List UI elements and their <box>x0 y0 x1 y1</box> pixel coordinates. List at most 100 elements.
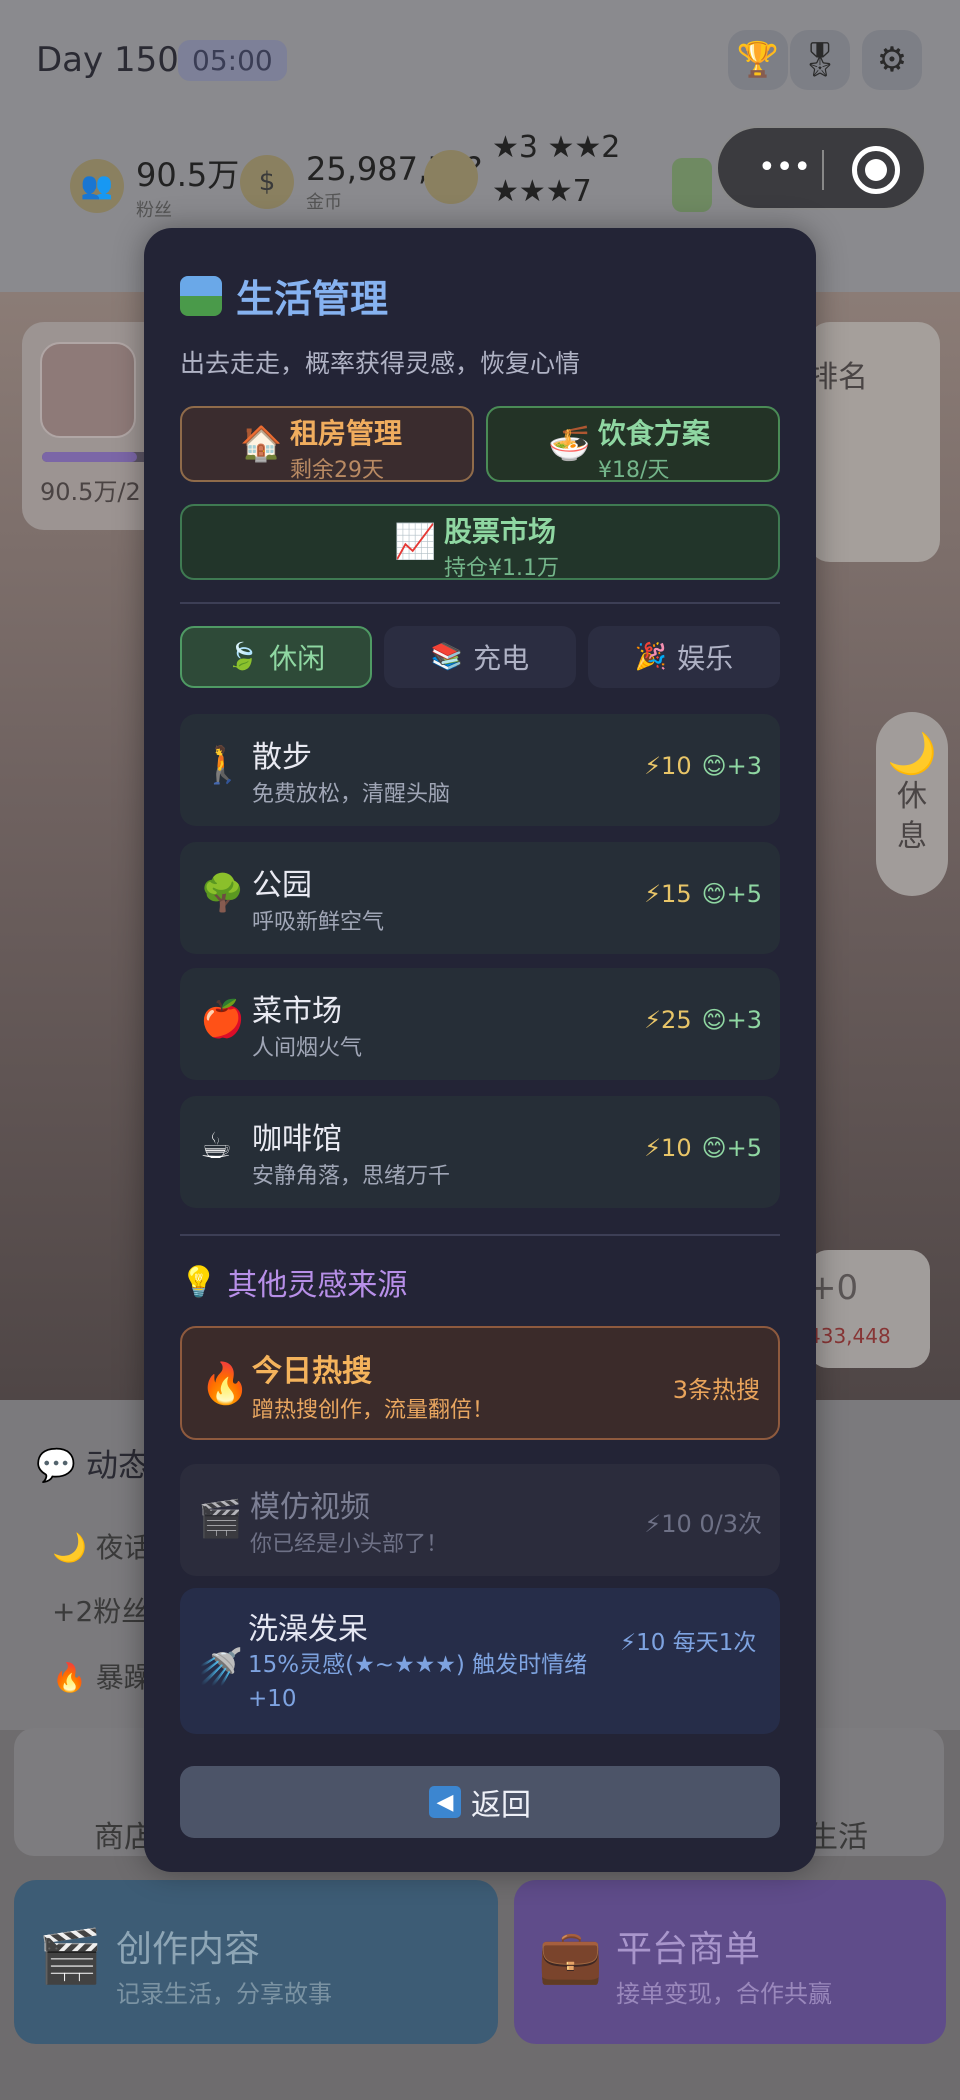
hot-search-card[interactable]: 🔥 今日热搜 蹭热搜创作，流量翻倍！ 3条热搜 <box>180 1326 780 1440</box>
business-orders-button[interactable]: 💼 平台商单 接单变现，合作共赢 <box>514 1880 946 2044</box>
house-icon: 🏠 <box>240 424 283 464</box>
food-title: 饮食方案 <box>598 417 711 450</box>
activity-name: 散步 <box>252 740 312 775</box>
feed-title-text: 动态 <box>86 1446 151 1484</box>
close-target-icon[interactable] <box>852 146 900 194</box>
activity-desc: 安静角落，思绪万千 <box>252 1164 451 1189</box>
tab-leisure[interactable]: 🍃 休闲 <box>180 626 372 688</box>
medal-icon[interactable]: 🎖 <box>790 30 850 90</box>
back-arrow-icon: ◀ <box>429 1786 461 1818</box>
imitate-title: 模仿视频 <box>250 1490 370 1525</box>
energy-cost: ⚡25 <box>644 1006 692 1034</box>
shower-icon: 🚿 <box>198 1647 243 1688</box>
bulb-icon <box>424 150 478 204</box>
rank-text: 排名 <box>808 360 868 395</box>
landscape-icon <box>180 275 222 316</box>
bulb-icon: 💡 <box>180 1264 218 1300</box>
life-management-modal: 生活管理 出去走走，概率获得灵感，恢复心情 🏠 租房管理 剩余29天 🍜 饮食方… <box>144 228 816 1872</box>
stock-title: 股票市场 <box>444 515 557 548</box>
activity-cafe[interactable]: ☕ 咖啡馆 安静角落，思绪万千 ⚡10 😊+5 <box>180 1096 780 1208</box>
activity-desc: 呼吸新鲜空气 <box>252 910 385 935</box>
inspiration-stars: ★3 ★★2 ★★★7 <box>492 126 620 214</box>
noodle-icon: 🍜 <box>548 424 591 464</box>
profile-count: 90.5万/2 <box>40 478 141 506</box>
imitate-desc: 你已经是小头部了！ <box>250 1532 449 1557</box>
rent-management-button[interactable]: 🏠 租房管理 剩余29天 <box>180 406 474 483</box>
divider <box>180 602 780 604</box>
create-title: 创作内容 <box>116 1929 261 1970</box>
time-chip: 05:00 <box>178 40 287 81</box>
stock-sub: 持仓¥1.1万 <box>444 556 559 581</box>
feed-line: +2粉丝 <box>52 1595 150 1628</box>
rest-button[interactable]: 🌙 休 息 <box>876 712 948 896</box>
activity-walk[interactable]: 🚶 散步 免费放松，清醒头脑 ⚡10 😊+3 <box>180 714 780 826</box>
rest-char-2: 息 <box>897 819 927 854</box>
trophy-icon[interactable]: 🏆 <box>728 30 788 90</box>
fans-value: 90.5万 <box>136 156 240 194</box>
activity-name: 公园 <box>252 868 312 903</box>
fans-progress-fill <box>42 452 137 462</box>
tab-recharge[interactable]: 📚 充电 <box>384 626 576 688</box>
feed-title: 💬 动态 <box>36 1446 151 1484</box>
imitate-video-card[interactable]: 🎬 模仿视频 你已经是小头部了！ ⚡10 0/3次 <box>180 1464 780 1576</box>
activity-desc: 人间烟火气 <box>252 1036 363 1061</box>
activity-cost: ⚡25 😊+3 <box>644 1006 762 1034</box>
mood-gain: 😊+3 <box>701 1006 762 1034</box>
other-sources-text: 其他灵感来源 <box>227 1268 408 1303</box>
create-sub: 记录生活，分享故事 <box>116 1980 332 2008</box>
activity-market[interactable]: 🍎 菜市场 人间烟火气 ⚡25 😊+3 <box>180 968 780 1080</box>
stars-row-1: ★3 ★★2 <box>492 130 621 165</box>
stars-row-2: ★★★7 <box>492 174 592 209</box>
clapper-icon: 🎬 <box>198 1499 243 1540</box>
activity-park[interactable]: 🌳 公园 呼吸新鲜空气 ⚡15 😊+5 <box>180 842 780 954</box>
activity-desc: 免费放松，清醒头脑 <box>252 782 451 807</box>
party-popper-icon: 🎉 <box>634 642 668 672</box>
shower-desc: 15%灵感(★~★★★) 触发时情绪+10 <box>248 1652 588 1712</box>
back-label: 返回 <box>471 1788 531 1823</box>
mood-gain: 😊+3 <box>701 752 762 780</box>
fans-label: 粉丝 <box>136 200 172 221</box>
other-sources-heading: 💡 其他灵感来源 <box>180 1260 407 1304</box>
apple-icon: 🍎 <box>200 999 245 1040</box>
rest-char-1: 休 <box>897 779 927 814</box>
moon-icon: 🌙 <box>887 731 937 777</box>
battery-icon <box>672 158 712 212</box>
shower-daydream-card[interactable]: 🚿 洗澡发呆 15%灵感(★~★★★) 触发时情绪+10 ⚡10 每天1次 <box>180 1588 780 1734</box>
rent-title: 租房管理 <box>290 417 403 450</box>
feed-line: 🌙 夜话 <box>52 1531 152 1564</box>
nav-life[interactable]: 生活 <box>808 1812 868 1856</box>
coffee-icon: ☕ <box>200 1126 233 1167</box>
activity-cost: ⚡10 😊+3 <box>644 752 762 780</box>
feed-line: 🔥 暴躁 <box>52 1661 152 1694</box>
mini-program-capsule[interactable]: ••• <box>716 126 926 210</box>
tab-entertainment[interactable]: 🎉 娱乐 <box>588 626 780 688</box>
briefcase-icon: 💼 <box>538 1927 603 1987</box>
create-content-button[interactable]: 🎬 创作内容 记录生活，分享故事 <box>14 1880 498 2044</box>
mood-gain: 😊+5 <box>701 1134 762 1162</box>
coin-icon: $ <box>240 155 294 209</box>
food-plan-button[interactable]: 🍜 饮食方案 ¥18/天 <box>486 406 780 483</box>
clapper-icon: 🎬 <box>38 1927 103 1987</box>
stock-market-button[interactable]: 📈 股票市场 持仓¥1.1万 <box>180 504 780 581</box>
gear-icon[interactable]: ⚙ <box>862 30 922 90</box>
back-button[interactable]: ◀ 返回 <box>180 1766 780 1838</box>
stat-fans: 👥 90.5万 粉丝 <box>70 150 239 222</box>
more-dots-icon[interactable]: ••• <box>758 150 811 185</box>
activity-cost: ⚡15 😊+5 <box>644 880 762 908</box>
hot-search-count: 3条热搜 <box>672 1376 760 1404</box>
earnings-card: +0 433,448 <box>808 1250 930 1368</box>
mood-gain: 😊+5 <box>701 880 762 908</box>
modal-subtitle: 出去走走，概率获得灵感，恢复心情 <box>180 349 581 378</box>
hot-search-title: 今日热搜 <box>252 1354 372 1389</box>
divider <box>180 1234 780 1236</box>
chart-up-icon: 📈 <box>394 522 437 562</box>
activity-name: 菜市场 <box>252 994 342 1029</box>
tab-recharge-label: 充电 <box>473 642 530 675</box>
imitate-cost: ⚡10 0/3次 <box>644 1510 762 1538</box>
fire-icon: 🔥 <box>200 1361 250 1407</box>
energy-cost: ⚡10 <box>644 752 692 780</box>
earnings-amount: 433,448 <box>808 1324 891 1348</box>
rent-sub: 剩余29天 <box>290 458 384 483</box>
modal-title-text: 生活管理 <box>236 277 389 321</box>
rank-card[interactable]: 排名 <box>808 322 940 562</box>
